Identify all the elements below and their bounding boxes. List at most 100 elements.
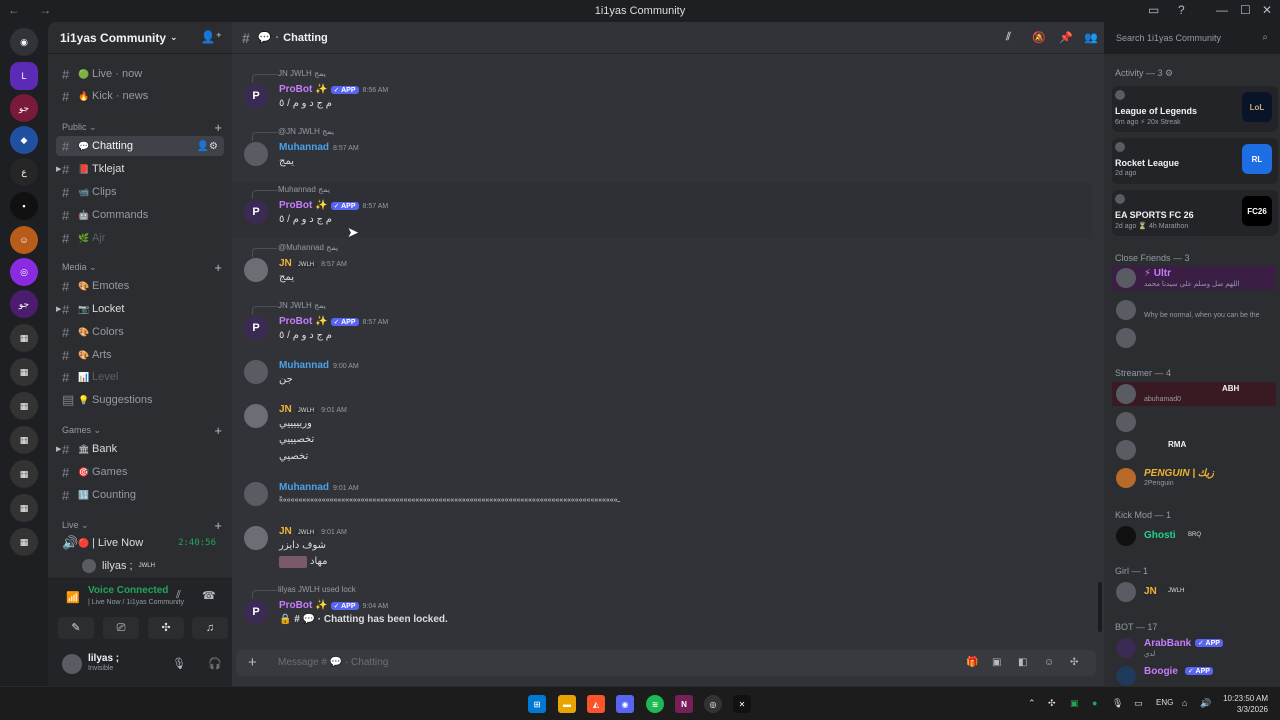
tray-app-icon[interactable]: ▭ (1134, 698, 1143, 709)
reply-reference[interactable]: Muhannad يمج (251, 185, 330, 199)
author-name[interactable]: JN (279, 258, 292, 269)
avatar[interactable] (244, 482, 268, 506)
category-media[interactable]: Media ⌄ + (62, 260, 222, 275)
server-folder-icon[interactable]: ▦ (10, 426, 38, 454)
noise-suppression-icon[interactable]: ⫽ (176, 589, 181, 602)
avatar[interactable] (244, 404, 268, 428)
threads-icon[interactable]: ⫽ (1006, 31, 1011, 44)
tray-app-icon[interactable]: ▣ (1070, 698, 1079, 709)
discord-taskbar-icon[interactable]: ◉ (616, 695, 634, 713)
channel-kick-news[interactable]: # 🔥 Kick · news (56, 86, 224, 106)
member-item[interactable]: PENGUIN | زيك 2Penguin (1112, 466, 1276, 490)
member-item[interactable]: Ghosti BRQ (1112, 524, 1276, 548)
maximize-icon[interactable]: ☐ (1240, 3, 1251, 17)
reply-reference[interactable]: @Muhannad يمج (251, 243, 338, 257)
member-list-icon[interactable]: 👥 (1084, 31, 1098, 44)
avatar[interactable] (244, 526, 268, 550)
system-clock[interactable]: 10:23:50 AM 3/3/2026 (1223, 693, 1268, 715)
server-icon[interactable]: ◆ (10, 126, 38, 154)
voice-location[interactable]: | Live Now / 1i1yas Community (88, 599, 184, 606)
file-explorer-icon[interactable]: ▬ (558, 695, 576, 713)
channel-locket[interactable]: ▶ # 📷 Locket (56, 299, 224, 319)
avatar[interactable] (244, 258, 268, 282)
activities-button[interactable]: ✣ (148, 617, 184, 639)
server-folder-icon[interactable]: ▦ (10, 324, 38, 352)
headphones-icon[interactable]: 🎧 (208, 657, 222, 670)
channel-clips[interactable]: # 📹 Clips (56, 182, 224, 202)
server-icon[interactable]: ع (10, 158, 38, 186)
activity-card[interactable]: Rocket League 2d ago RL (1112, 138, 1278, 184)
disconnect-icon[interactable]: ☎ (202, 589, 216, 602)
message-hovered[interactable]: Muhannad يمج P ProBot ✨ ✓ APP 8:57 AM م ج … (232, 182, 1092, 238)
tray-chevron-icon[interactable]: ⌃ (1028, 698, 1036, 709)
minimize-icon[interactable]: — (1216, 3, 1228, 17)
reply-reference[interactable]: JN JWLH يمج (251, 301, 326, 315)
server-folder-icon[interactable]: ▦ (10, 460, 38, 488)
avatar[interactable] (244, 360, 268, 384)
category-live[interactable]: Live ⌄ + (62, 518, 222, 533)
activity-card[interactable]: League of Legends 6m ago ⚡ 20x Streak Lo… (1112, 86, 1278, 132)
microphone-icon[interactable]: 🎙 (172, 657, 186, 670)
screen-share-button[interactable]: ⎚ (103, 617, 139, 639)
server-icon[interactable]: جو (10, 94, 38, 122)
channel-tklejat[interactable]: ▶ # 📕 Tklejat (56, 159, 224, 179)
avatar[interactable]: P (244, 600, 268, 624)
server-icon[interactable]: ◎ (10, 258, 38, 286)
channel-arts[interactable]: # 🎨 Arts (56, 345, 224, 365)
gift-icon[interactable]: 🎁 (966, 657, 978, 668)
member-item[interactable] (1112, 410, 1276, 434)
avatar[interactable]: P (244, 316, 268, 340)
category-public[interactable]: Public ⌄ + (62, 120, 222, 135)
capcut-icon[interactable]: ✕ (733, 695, 751, 713)
add-channel-icon[interactable]: + (214, 120, 222, 135)
member-item[interactable] (1112, 326, 1276, 350)
category-games[interactable]: Games ⌄ + (62, 423, 222, 438)
author-name[interactable]: Muhannad (279, 360, 329, 371)
member-item[interactable]: Why be normal, when you can be the (1112, 298, 1276, 322)
voice-user[interactable]: lilyas ; JWLH (76, 556, 224, 576)
inbox-icon[interactable]: ▭ (1148, 3, 1159, 17)
author-name[interactable]: Muhannad (279, 142, 329, 153)
invite-people-icon[interactable]: 👤⁺ (201, 30, 222, 44)
author-name[interactable]: ProBot ✨ (279, 84, 328, 95)
notification-bell-icon[interactable]: 🔕 (1032, 31, 1046, 44)
apps-icon[interactable]: ✣ (1070, 657, 1078, 668)
member-item[interactable]: ArabBank ✓ APP لدي (1112, 636, 1276, 660)
add-channel-icon[interactable]: + (214, 260, 222, 275)
member-item[interactable]: Boogie ✓ APP (1112, 664, 1276, 688)
channel-commands[interactable]: # 🤖 Commands (56, 205, 224, 225)
channel-chatting[interactable]: # 💬 Chatting 👤⚙ (56, 136, 224, 156)
channel-ajr[interactable]: # 🌿 Ajr (56, 228, 224, 248)
member-item[interactable]: RMA (1112, 438, 1276, 462)
member-item[interactable]: ⚡ Ultr اللهم صل وسلم على سيدنا محمد (1112, 266, 1276, 290)
server-icon[interactable]: ▪ (10, 192, 38, 220)
voice-status[interactable]: Voice Connected (88, 585, 168, 596)
channel-level[interactable]: # 📊 Level (56, 367, 224, 387)
camera-off-button[interactable]: ✎ (58, 617, 94, 639)
network-icon[interactable]: ⌂ (1182, 698, 1187, 708)
server-folder-icon[interactable]: ▦ (10, 528, 38, 556)
channel-settings-icon[interactable]: 👤⚙ (197, 141, 218, 152)
nzxt-icon[interactable]: N (675, 695, 693, 713)
gif-icon[interactable]: ▣ (992, 657, 1001, 668)
server-icon[interactable]: ☺ (10, 226, 38, 254)
help-icon[interactable]: ? (1178, 3, 1185, 17)
channel-colors[interactable]: # 🎨 Colors (56, 322, 224, 342)
reply-reference[interactable]: @JN JWLH يمج (251, 127, 334, 141)
discord-home-icon[interactable]: ◉ (10, 28, 38, 56)
server-header[interactable]: 1i1yas Community ⌄ 👤⁺ (48, 22, 232, 54)
author-name[interactable]: Muhannad (279, 482, 329, 493)
avatar[interactable] (244, 142, 268, 166)
avatar[interactable]: P (244, 84, 268, 108)
voice-channel-live-now[interactable]: 🔊 🔴 | Live Now 2:40:56 (56, 533, 224, 553)
avatar[interactable]: P (244, 200, 268, 224)
soundboard-button[interactable]: ♫ (192, 617, 228, 639)
avatar[interactable] (62, 654, 82, 674)
add-channel-icon[interactable]: + (214, 518, 222, 533)
language-indicator[interactable]: ENG (1156, 698, 1173, 707)
member-item[interactable]: JN JWLH (1112, 580, 1276, 604)
message-composer[interactable]: + Message # 💬 · Chatting 🎁 ▣ ◧ ☺ ✣ (236, 650, 1096, 676)
search-input[interactable]: Search 1i1yas Community ⌕ (1110, 28, 1274, 48)
server-folder-icon[interactable]: ▦ (10, 392, 38, 420)
scrollbar[interactable] (1098, 582, 1102, 632)
